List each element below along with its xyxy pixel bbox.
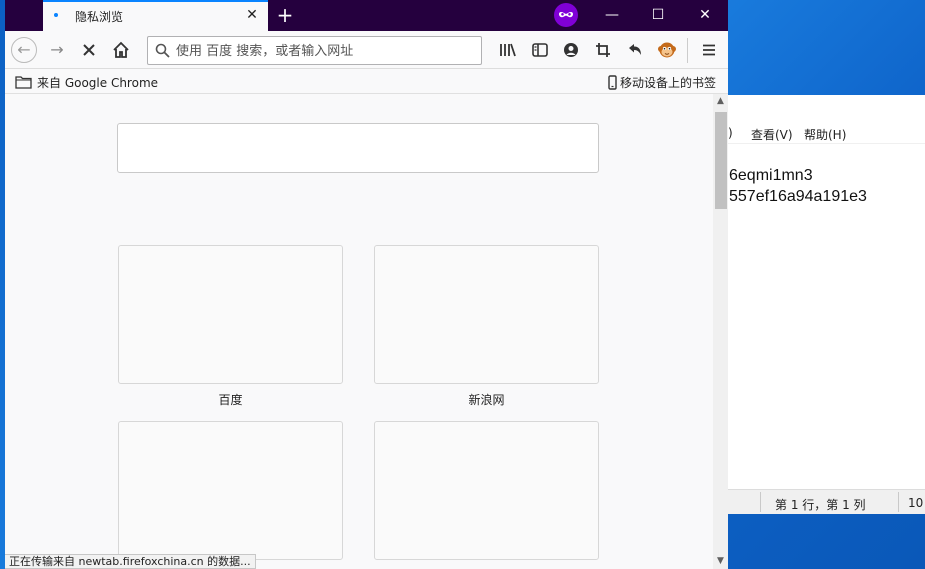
mobile-bookmarks[interactable]: 移动设备上的书签 [608,74,716,90]
undo-icon[interactable] [622,37,648,63]
menu-view[interactable]: 查看(V) [751,126,793,143]
url-bar[interactable] [147,36,482,65]
forward-icon[interactable]: → [44,37,70,63]
notepad-statusbar: 第 1 行，第 1 列 10 [700,489,925,514]
account-icon[interactable] [558,37,584,63]
new-tab-button[interactable]: + [273,3,297,27]
top-site-label: 百度 [218,393,243,407]
mobile-bookmarks-label: 移动设备上的书签 [619,75,716,90]
menu-help[interactable]: 帮助(H) [804,126,846,143]
sidebar-icon[interactable] [527,37,553,63]
search-icon [155,43,170,58]
tab-private[interactable]: 隐私浏览 ✕ [43,0,268,31]
notepad-menubar: ) 查看(V) 帮助(H) [700,122,925,144]
zoom-level: 10 [908,496,924,510]
bookmark-folder-chrome[interactable]: 来自 Google Chrome [15,74,158,90]
top-site-tile[interactable] [118,245,343,384]
tab-accent-line [43,0,268,2]
screenshot-icon[interactable] [590,37,616,63]
status-panel: 正在传输来自 newtab.firefoxchina.cn 的数据... [5,554,256,569]
cursor-position: 第 1 行，第 1 列 [775,498,866,512]
scroll-thumb[interactable] [715,112,727,209]
back-icon[interactable]: ← [11,37,37,63]
title-bar: 隐私浏览 ✕ + — ☐ ✕ [5,0,728,31]
toolbar-divider [687,38,688,63]
mobile-icon [608,74,617,90]
top-site-label: 新浪网 [468,393,505,407]
newtab-search-box[interactable] [117,123,599,173]
vertical-scrollbar[interactable]: ▲ ▼ [713,94,728,569]
close-window-button[interactable]: ✕ [682,0,728,31]
monkey-icon[interactable] [654,37,680,63]
bookmark-folder-label: 来自 Google Chrome [37,75,159,90]
menu-icon[interactable] [696,37,722,63]
folder-icon [15,76,32,89]
tab-loading-icon [54,13,58,17]
home-icon[interactable] [108,37,134,63]
tab-title: 隐私浏览 [75,10,124,24]
browser-window: 隐私浏览 ✕ + — ☐ ✕ ← → 使用 百度 搜索，或者输入网址 来自 Go… [5,0,728,569]
notepad-window: ) 查看(V) 帮助(H) 6eqmi1mn3 557ef16a94a191e3… [700,95,925,514]
private-browsing-icon [554,3,578,27]
scroll-up-icon[interactable]: ▲ [713,94,728,109]
new-tab-page: 百度 新浪网 [5,94,713,569]
navigation-toolbar: ← → [5,31,728,69]
top-site-tile[interactable] [374,245,599,384]
bookmarks-toolbar: 来自 Google Chrome 移动设备上的书签 [5,69,728,94]
library-icon[interactable] [495,37,521,63]
top-site-tile[interactable] [374,421,599,560]
tab-close-icon[interactable]: ✕ [241,4,263,26]
menu-format[interactable]: ) [728,126,733,140]
minimize-button[interactable]: — [589,0,635,31]
status-divider [898,492,899,512]
maximize-button[interactable]: ☐ [635,0,681,31]
top-site-tile[interactable] [118,421,343,560]
scroll-down-icon[interactable]: ▼ [713,554,728,569]
status-divider [760,492,761,512]
url-input[interactable] [176,41,476,61]
stop-icon[interactable] [76,37,102,63]
